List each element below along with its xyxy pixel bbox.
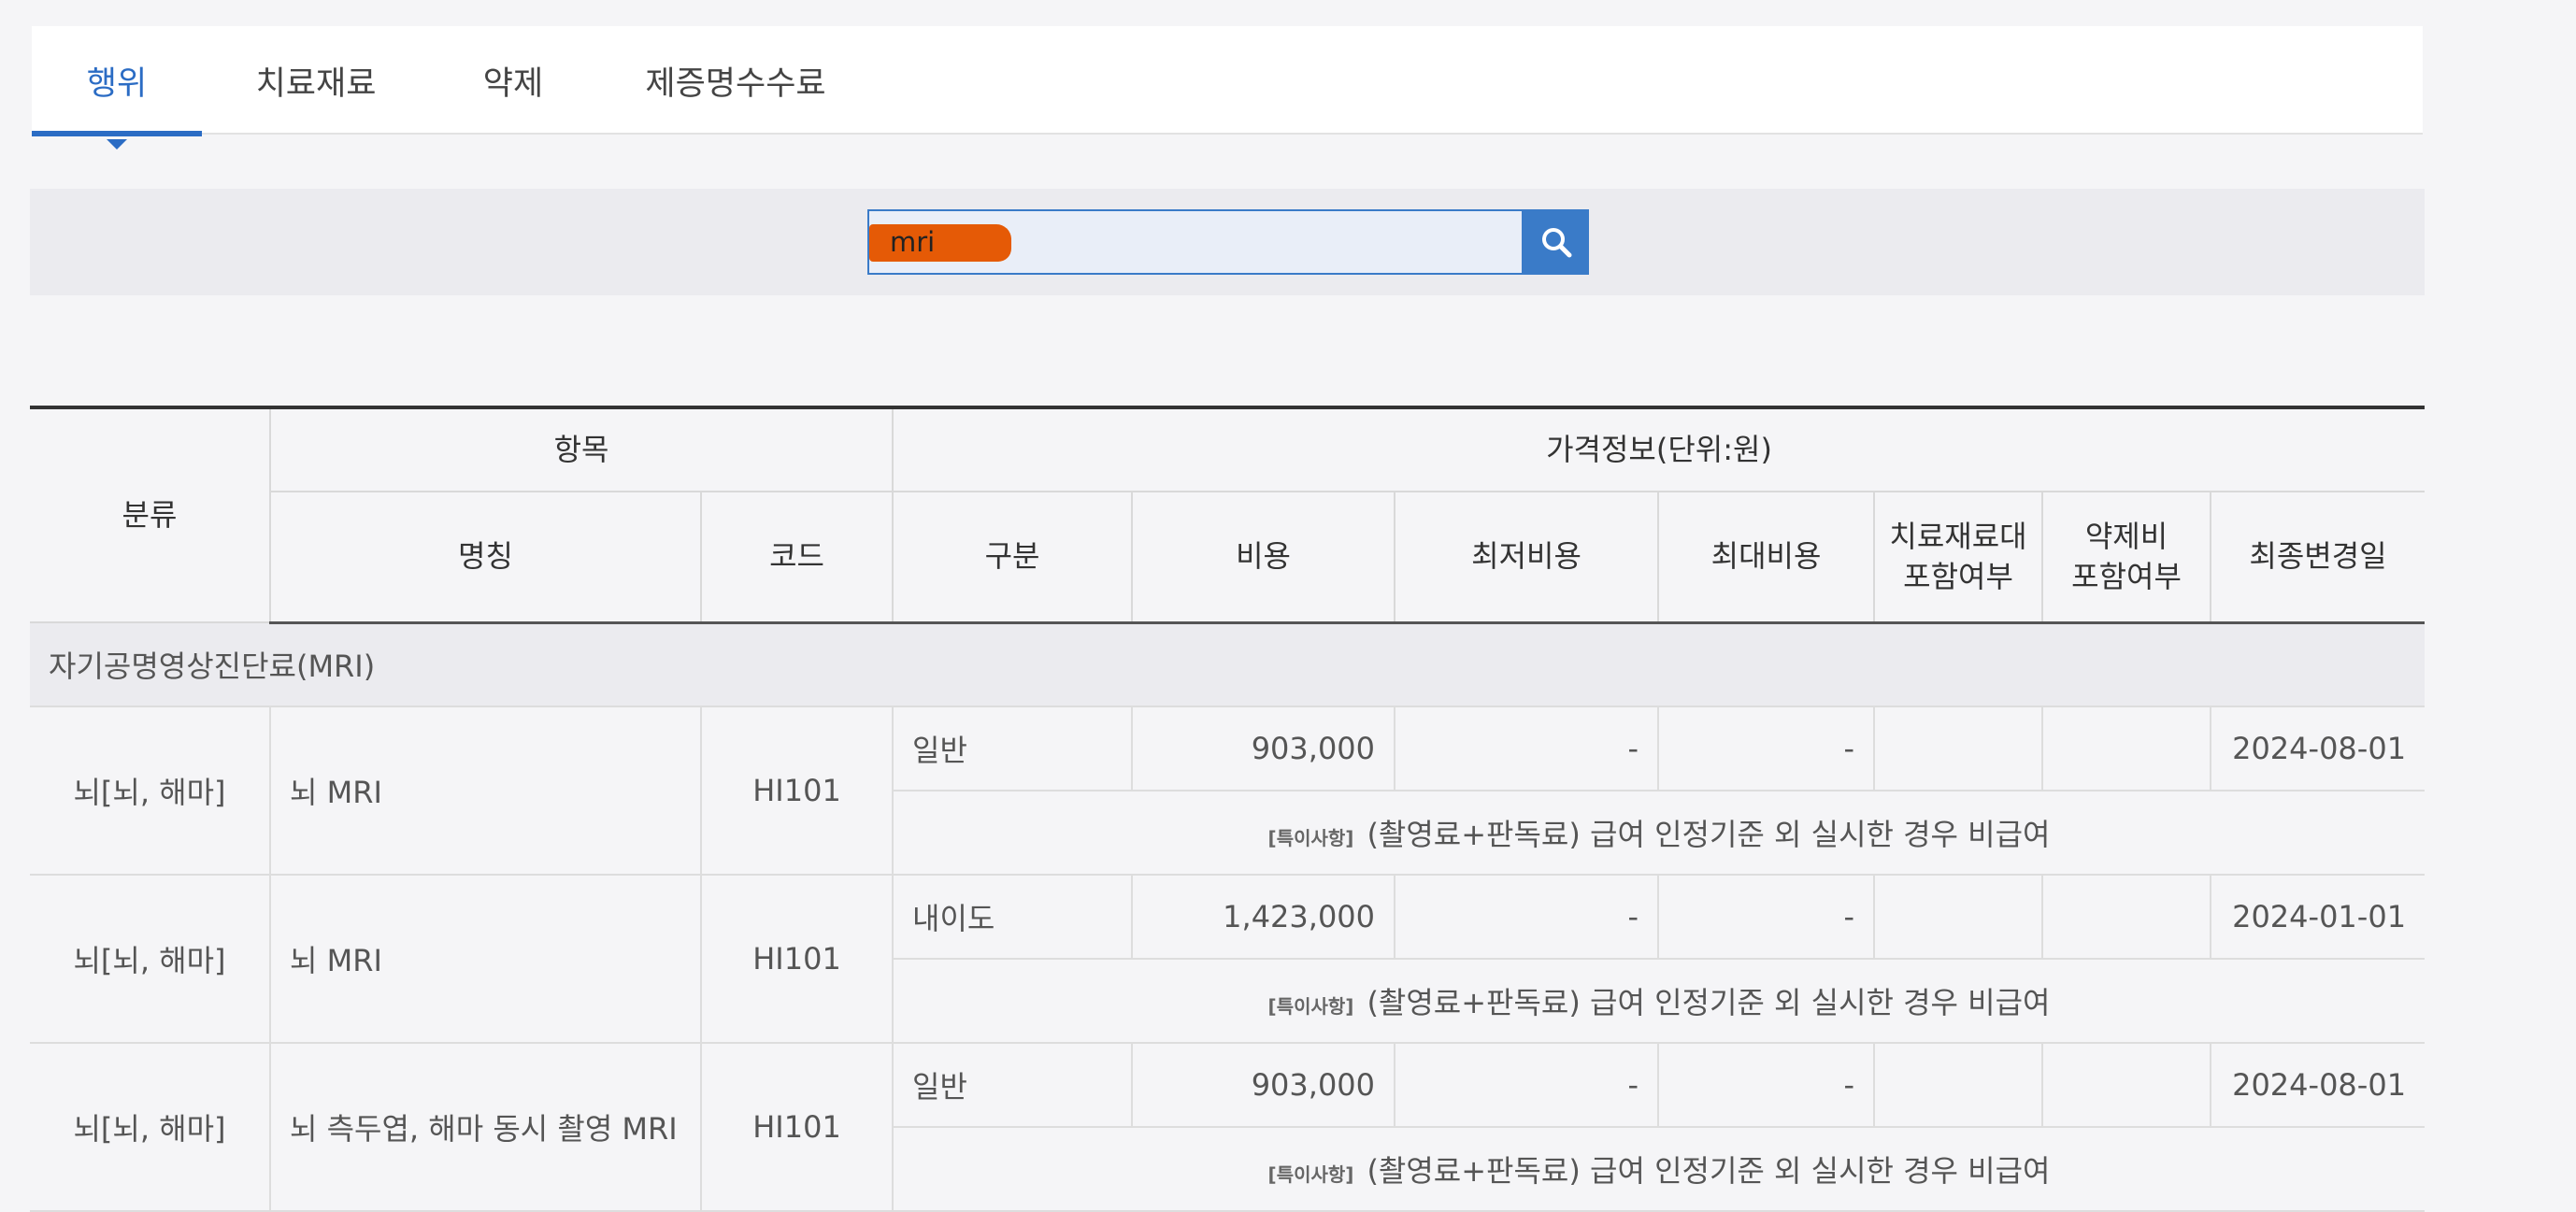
tab-procedure[interactable]: 행위 [32, 26, 202, 150]
header-max-cost: 최대비용 [1657, 492, 1876, 624]
header-cost: 비용 [1131, 492, 1396, 624]
group-row: 자기공명영상진단료(MRI) [30, 621, 2426, 707]
cell-material-included [1873, 706, 2044, 791]
cell-type: 일반 [892, 706, 1134, 791]
cell-max-cost: - [1657, 1042, 1876, 1128]
cell-last-modified: 2024-08-01 [2210, 1042, 2426, 1128]
header-last-modified: 최종변경일 [2210, 492, 2426, 624]
header-line: 약제비 [2084, 518, 2168, 554]
cell-name: 뇌 측두엽, 해마 동시 촬영 MRI [269, 1042, 702, 1212]
cell-code: HI101 [699, 706, 894, 876]
category-tabs: 행위 치료재료 약제 제증명수수료 [32, 26, 2423, 150]
header-category: 분류 [30, 407, 271, 623]
header-item-group: 항목 [268, 407, 894, 492]
note-label: [특이사항] [1267, 1162, 1354, 1186]
cell-cost: 1,423,000 [1131, 874, 1396, 960]
header-name: 명칭 [270, 492, 702, 624]
cell-note: [특이사항] (촬영료+판독료) 급여 인정기준 외 실시한 경우 비급여 [892, 958, 2426, 1044]
cell-note: [특이사항] (촬영료+판독료) 급여 인정기준 외 실시한 경우 비급여 [892, 1126, 2426, 1212]
caret-down-icon [107, 139, 127, 150]
search-button[interactable] [1524, 209, 1589, 275]
header-code: 코드 [699, 492, 894, 624]
search-bar [30, 189, 2425, 295]
cell-type: 일반 [892, 1042, 1134, 1128]
cell-last-modified: 2024-01-01 [2210, 874, 2426, 960]
cell-cost: 903,000 [1131, 1042, 1396, 1128]
table-row: 뇌[뇌, 해마] 뇌 MRI HI101 일반 903,000 - - 2024… [30, 706, 2426, 876]
cell-code: HI101 [699, 874, 894, 1044]
tab-label: 행위 [86, 64, 148, 103]
cell-max-cost: - [1657, 874, 1876, 960]
cell-note: [특이사항] (촬영료+판독료) 급여 인정기준 외 실시한 경우 비급여 [892, 790, 2426, 876]
search-field [867, 209, 1524, 275]
note-label: [특이사항] [1267, 994, 1354, 1018]
cell-category: 뇌[뇌, 해마] [30, 1042, 271, 1212]
header-material-included: 치료재료대 포함여부 [1873, 492, 2044, 624]
header-line: 포함여부 [1903, 558, 2013, 594]
group-label: 자기공명영상진단료(MRI) [30, 621, 2426, 707]
tab-drugs[interactable]: 약제 [430, 26, 596, 135]
price-table: 분류 항목 가격정보(단위:원) 명칭 코드 구분 비용 최저비용 최대비용 치… [30, 406, 2426, 1212]
tab-certificate-fees[interactable]: 제증명수수료 [596, 26, 875, 135]
table-row: 뇌[뇌, 해마] 뇌 측두엽, 해마 동시 촬영 MRI HI101 일반 90… [30, 1042, 2426, 1212]
note-text: (촬영료+판독료) 급여 인정기준 외 실시한 경우 비급여 [1367, 817, 2051, 852]
cell-drug-included [2041, 706, 2212, 791]
header-min-cost: 최저비용 [1394, 492, 1660, 624]
table-row: 뇌[뇌, 해마] 뇌 MRI HI101 내이도 1,423,000 - - 2… [30, 874, 2426, 1044]
header-type: 구분 [892, 492, 1134, 624]
cell-min-cost: - [1394, 874, 1660, 960]
cell-name: 뇌 MRI [269, 706, 702, 876]
header-line: 포함여부 [2071, 558, 2182, 594]
cell-name: 뇌 MRI [269, 874, 702, 1044]
tab-label: 치료재료 [255, 64, 377, 103]
cell-drug-included [2041, 874, 2212, 960]
cell-min-cost: - [1394, 1042, 1660, 1128]
header-drug-included: 약제비 포함여부 [2041, 492, 2212, 624]
cell-category: 뇌[뇌, 해마] [30, 874, 271, 1044]
tab-label: 제증명수수료 [645, 64, 826, 103]
search-input[interactable] [890, 211, 1507, 273]
cell-max-cost: - [1657, 706, 1876, 791]
header-line: 치료재료대 [1889, 518, 2027, 554]
cell-code: HI101 [699, 1042, 894, 1212]
cell-last-modified: 2024-08-01 [2210, 706, 2426, 791]
cell-material-included [1873, 874, 2044, 960]
search-icon [1542, 228, 1572, 258]
cell-min-cost: - [1394, 706, 1660, 791]
tab-label: 약제 [482, 64, 544, 103]
note-text: (촬영료+판독료) 급여 인정기준 외 실시한 경우 비급여 [1367, 985, 2051, 1020]
note-label: [특이사항] [1267, 826, 1354, 849]
cell-category: 뇌[뇌, 해마] [30, 706, 271, 876]
header-price-group: 가격정보(단위:원) [892, 407, 2426, 492]
cell-drug-included [2041, 1042, 2212, 1128]
tab-treatment-materials[interactable]: 치료재료 [202, 26, 430, 135]
cell-material-included [1873, 1042, 2044, 1128]
note-text: (촬영료+판독료) 급여 인정기준 외 실시한 경우 비급여 [1367, 1153, 2051, 1189]
cell-cost: 903,000 [1131, 706, 1396, 791]
cell-type: 내이도 [892, 874, 1134, 960]
